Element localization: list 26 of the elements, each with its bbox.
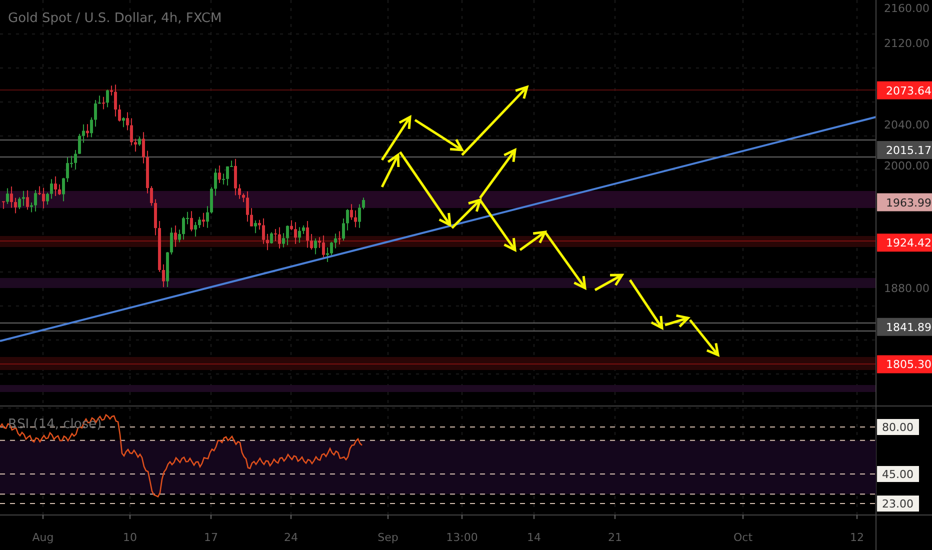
- price-badge: 2073.64: [877, 81, 932, 100]
- time-label: Oct: [733, 531, 753, 544]
- price-badge: 1963.99: [877, 193, 932, 212]
- price-tick-label: 2040.00: [884, 118, 930, 132]
- price-badge: 1841.89: [877, 318, 932, 336]
- time-label: 21: [608, 531, 622, 544]
- rsi-badge: 80.00: [877, 419, 919, 435]
- price-badge: 2015.17: [877, 141, 932, 159]
- price-tick-label: 2160.00: [884, 2, 930, 15]
- price-tick-label: 1880.00: [884, 282, 930, 295]
- time-label: 14: [527, 531, 541, 544]
- time-label: 12: [850, 531, 864, 544]
- price-tick-label: 2000.00: [884, 160, 930, 172]
- price-badge: 1924.42: [877, 234, 932, 252]
- time-label: Sep: [378, 531, 398, 544]
- time-label: 17: [204, 531, 218, 544]
- price-badge: 1805.30: [877, 355, 932, 374]
- time-label: 24: [284, 531, 298, 544]
- arrow: [594, 274, 624, 292]
- time-label: Aug: [32, 531, 54, 544]
- chart-title: Gold Spot / U.S. Dollar, 4h, FXCM: [8, 11, 222, 26]
- rsi-badge: 23.00: [877, 496, 919, 512]
- time-label: 13:00: [446, 531, 478, 544]
- price-tick-label: 2120.00: [884, 37, 930, 50]
- rsi-badge: 45.00: [877, 466, 919, 482]
- time-label: 10: [123, 531, 137, 544]
